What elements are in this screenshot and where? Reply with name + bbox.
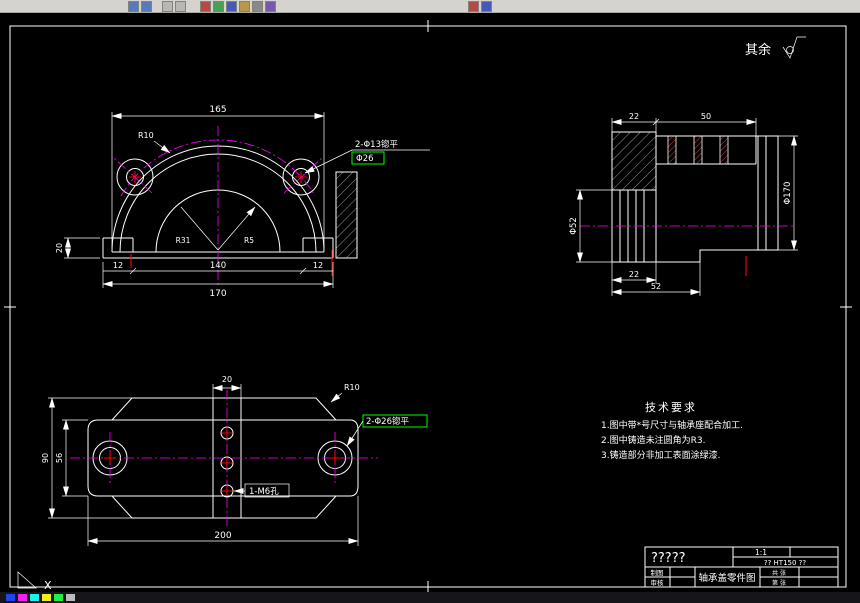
layer-icon[interactable] bbox=[265, 1, 276, 12]
sheet-frame bbox=[4, 20, 852, 592]
new-icon[interactable] bbox=[128, 1, 139, 12]
plan-view: R10 2-Φ26锪平 1-M6孔 20 200 56 90 bbox=[41, 375, 428, 546]
paste-icon[interactable] bbox=[226, 1, 237, 12]
title-block: ????? 1:1 ?? HT150 ?? 轴承盖零件图 制图 审核 共 张 第… bbox=[644, 546, 839, 588]
tech-req-title: 技术要求 bbox=[645, 401, 697, 414]
print-icon[interactable] bbox=[175, 1, 186, 12]
status-indicator-lwt[interactable] bbox=[66, 594, 75, 601]
note-text: 2-Φ26锪平 bbox=[366, 416, 409, 427]
tech-req-item: 3.铸造部分非加工表面涂绿漆. bbox=[601, 449, 720, 461]
zoom-icon[interactable] bbox=[468, 1, 479, 12]
status-indicator-ortho[interactable] bbox=[30, 594, 39, 601]
note-text: R10 bbox=[138, 131, 154, 140]
redo-icon[interactable] bbox=[252, 1, 263, 12]
material-value: ?? HT150 ?? bbox=[764, 559, 806, 567]
dim-text: 90 bbox=[41, 453, 50, 463]
tech-requirements: 技术要求 1.图中带*号尺寸与轴承座配合加工. 2.图中铸造未注圆角为R3. 3… bbox=[601, 401, 743, 461]
copy-icon[interactable] bbox=[213, 1, 224, 12]
front-view: R31 R5 165 20 12 140 12 170 2-Φ13锪平 Φ26 … bbox=[55, 105, 430, 299]
tech-req-item: 2.图中铸造未注圆角为R3. bbox=[601, 434, 705, 446]
ucs-x-label: X bbox=[44, 579, 52, 592]
surplus-label: 其余 bbox=[745, 42, 771, 58]
note-text: 2-Φ13锪平 bbox=[355, 139, 398, 150]
dim-text: Φ52 bbox=[569, 217, 579, 235]
role-draw-label: 制图 bbox=[651, 568, 664, 577]
pan-icon[interactable] bbox=[481, 1, 492, 12]
roughness-note: 其余 bbox=[745, 36, 806, 59]
ucs-icon: X bbox=[17, 571, 52, 592]
dim-text: 165 bbox=[209, 105, 226, 115]
sheet-total-label: 共 张 bbox=[772, 569, 786, 577]
save-icon[interactable] bbox=[162, 1, 173, 12]
dim-text: 20 bbox=[222, 375, 232, 384]
dim-text: Φ170 bbox=[783, 182, 793, 205]
status-indicator-osnap[interactable] bbox=[54, 594, 63, 601]
status-indicator-grid[interactable] bbox=[18, 594, 27, 601]
status-indicator-snap[interactable] bbox=[6, 594, 15, 601]
dim-text: 56 bbox=[55, 453, 64, 463]
status-bar bbox=[0, 592, 860, 603]
note-text: R10 bbox=[344, 383, 360, 392]
undo-icon[interactable] bbox=[239, 1, 250, 12]
note-text: Φ26 bbox=[356, 154, 374, 164]
drawing-canvas[interactable]: 其余 R31 R5 165 20 12 140 12 170 2-Φ13锪平 Φ… bbox=[0, 13, 860, 592]
dim-text: 20 bbox=[55, 243, 64, 253]
side-view: 22 50 Φ170 Φ52 22 52 bbox=[569, 112, 798, 296]
dim-text: 140 bbox=[210, 261, 226, 271]
roughness-icon bbox=[782, 36, 806, 59]
dim-text: 200 bbox=[214, 531, 231, 541]
part-name: ????? bbox=[651, 551, 686, 566]
open-icon[interactable] bbox=[141, 1, 152, 12]
scale-value: 1:1 bbox=[755, 548, 767, 557]
dim-text: 12 bbox=[313, 261, 323, 270]
dim-text: 170 bbox=[209, 289, 226, 299]
status-indicator-polar[interactable] bbox=[42, 594, 51, 601]
cad-window: 其余 R31 R5 165 20 12 140 12 170 2-Φ13锪平 Φ… bbox=[0, 0, 860, 603]
sheet-no-label: 第 张 bbox=[772, 579, 786, 587]
note-text: 1-M6孔 bbox=[249, 487, 279, 497]
drawing-title: 轴承盖零件图 bbox=[698, 572, 755, 584]
dim-text: 50 bbox=[701, 112, 711, 121]
dim-text: 52 bbox=[651, 282, 661, 291]
dim-text: 12 bbox=[113, 261, 123, 270]
tech-req-item: 1.图中带*号尺寸与轴承座配合加工. bbox=[601, 419, 743, 431]
dim-text: 22 bbox=[629, 270, 639, 279]
role-check-label: 审核 bbox=[651, 578, 665, 587]
cut-icon[interactable] bbox=[200, 1, 211, 12]
toolbar bbox=[0, 0, 860, 13]
dim-text: 22 bbox=[629, 112, 639, 121]
dim-text: R5 bbox=[244, 236, 254, 245]
dim-text: R31 bbox=[176, 236, 191, 245]
